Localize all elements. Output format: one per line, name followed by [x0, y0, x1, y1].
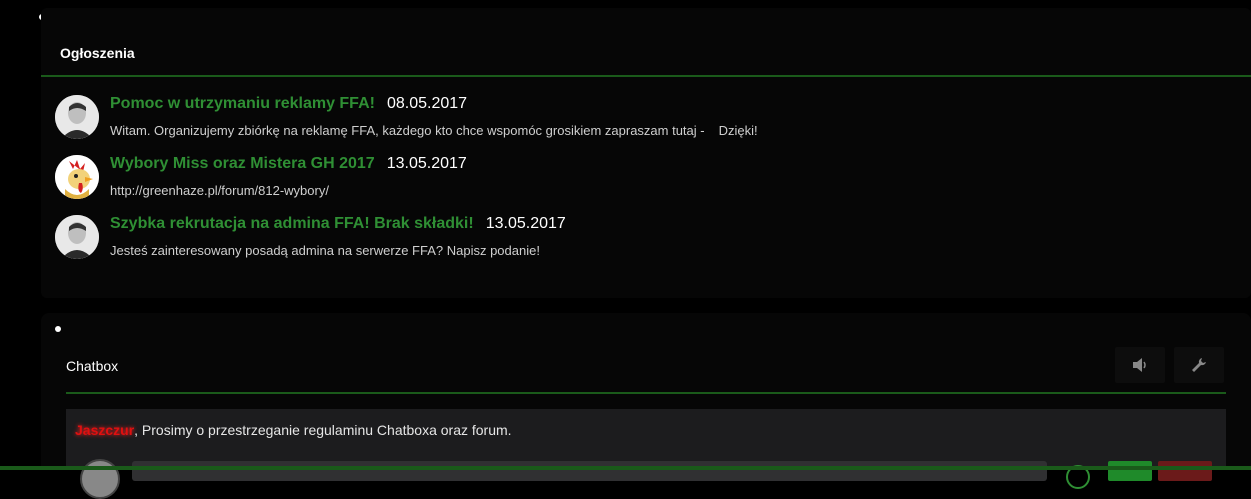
announcement-date: 13.05.2017: [386, 155, 467, 172]
bottom-border: [0, 466, 1251, 470]
announcement-body: Jesteś zainteresowany posadą admina na s…: [110, 243, 540, 258]
chat-username[interactable]: Jaszczur: [75, 422, 134, 438]
divider: [41, 75, 1251, 77]
chat-message-input[interactable]: [132, 461, 1047, 481]
announcement-item: Wybory Miss oraz Mistera GH 2017 13.05.20…: [55, 155, 1235, 205]
chat-message: Jaszczur, Prosimy o przestrzeganie regul…: [75, 422, 512, 438]
announcement-text: Witam. Organizujemy zbiórkę na reklamę F…: [110, 123, 758, 138]
speaker-icon: [1133, 358, 1146, 372]
announcement-headline: Szybka rekrutacja na admina FFA! Brak sk…: [110, 215, 566, 233]
chatbox-panel: Chatbox Jaszczur, Prosimy o przestrzegan…: [41, 313, 1251, 499]
send-button[interactable]: [1108, 461, 1152, 481]
author-avatar[interactable]: [55, 155, 99, 199]
wrench-icon: [1192, 358, 1206, 372]
announcement-title-link[interactable]: Wybory Miss oraz Mistera GH 2017: [110, 155, 375, 172]
author-avatar[interactable]: [55, 215, 99, 259]
announcement-body: Witam. Organizujemy zbiórkę na reklamę F…: [110, 123, 705, 138]
announcements-panel: Ogłoszenia Pomoc w utrzymaniu reklamy FF…: [41, 8, 1251, 298]
chat-message-text: , Prosimy o przestrzeganie regulaminu Ch…: [134, 422, 512, 438]
chat-settings-button[interactable]: [1174, 347, 1224, 383]
chat-user-avatar: [80, 459, 120, 499]
divider: [66, 392, 1226, 394]
sound-toggle-button[interactable]: [1115, 347, 1165, 383]
announcement-text: http://greenhaze.pl/forum/812-wybory/: [110, 183, 329, 198]
announcement-title-link[interactable]: Pomoc w utrzymaniu reklamy FFA!: [110, 95, 375, 112]
announcement-item: Szybka rekrutacja na admina FFA! Brak sk…: [55, 215, 1235, 265]
announcement-text: Jesteś zainteresowany posadą admina na s…: [110, 243, 540, 258]
announcement-body: http://greenhaze.pl/forum/812-wybory/: [110, 183, 329, 198]
announcement-headline: Pomoc w utrzymaniu reklamy FFA! 08.05.201…: [110, 95, 467, 113]
announcement-body-end: Dzięki!: [718, 123, 758, 138]
author-avatar[interactable]: [55, 95, 99, 139]
announcements-title: Ogłoszenia: [60, 45, 135, 61]
announcement-headline: Wybory Miss oraz Mistera GH 2017 13.05.20…: [110, 155, 467, 173]
clear-button[interactable]: [1158, 461, 1212, 481]
chat-messages-area: Jaszczur, Prosimy o przestrzeganie regul…: [66, 409, 1226, 499]
announcement-date: 08.05.2017: [386, 95, 468, 112]
announcement-item: Pomoc w utrzymaniu reklamy FFA! 08.05.201…: [55, 95, 1235, 145]
announcement-date: 13.05.2017: [485, 215, 566, 232]
chatbox-title: Chatbox: [66, 358, 119, 374]
list-bullet: [55, 326, 61, 332]
announcement-title-link[interactable]: Szybka rekrutacja na admina FFA! Brak sk…: [110, 215, 474, 232]
